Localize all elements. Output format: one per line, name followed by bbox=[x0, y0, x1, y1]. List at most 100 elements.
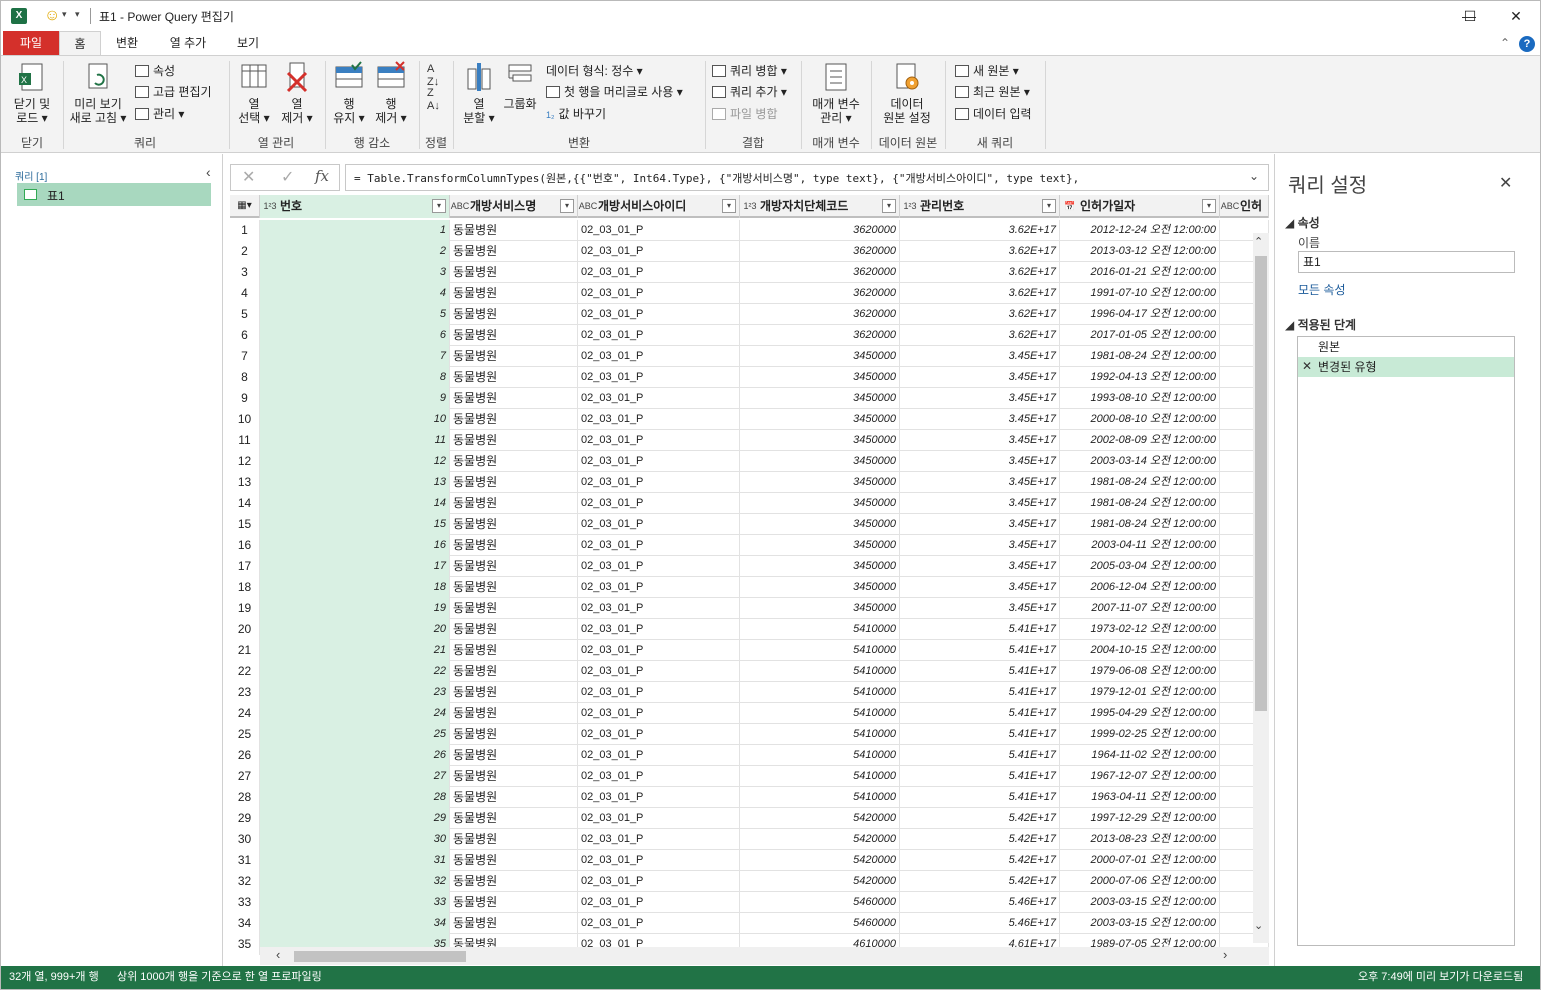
row-number[interactable]: 3 bbox=[230, 262, 260, 283]
row-number[interactable]: 26 bbox=[230, 745, 260, 766]
table-cell[interactable]: 3450000 bbox=[740, 514, 900, 535]
table-cell[interactable]: 02_03_01_P bbox=[578, 304, 740, 325]
remove-rows-button[interactable]: 행 제거 ▾ bbox=[371, 61, 411, 125]
enter-data-button[interactable]: 데이터 입력 bbox=[955, 105, 1032, 123]
table-row[interactable]: 32 32 동물병원 02_03_01_P 5420000 5.42E+17 2000-07… bbox=[230, 871, 1269, 892]
close-icon[interactable]: ✕ bbox=[1499, 173, 1512, 193]
column-header-license-partial[interactable]: ABC인허 bbox=[1220, 195, 1269, 218]
table-cell[interactable]: 15 bbox=[260, 514, 450, 535]
table-cell[interactable]: 3450000 bbox=[740, 388, 900, 409]
table-row[interactable]: 18 18 동물병원 02_03_01_P 3450000 3.45E+17 2006-12… bbox=[230, 577, 1269, 598]
data-source-settings-button[interactable]: 데이터 원본 설정 bbox=[875, 61, 939, 125]
row-number[interactable]: 10 bbox=[230, 409, 260, 430]
collapse-ribbon-icon[interactable]: ⌃ bbox=[1500, 36, 1510, 50]
table-cell[interactable]: 02_03_01_P bbox=[578, 262, 740, 283]
row-number[interactable]: 31 bbox=[230, 850, 260, 871]
table-cell[interactable]: 3.45E+17 bbox=[900, 577, 1060, 598]
recent-sources-button[interactable]: 최근 원본 ▾ bbox=[955, 83, 1030, 101]
table-cell[interactable]: 5410000 bbox=[740, 619, 900, 640]
table-row[interactable]: 6 6 동물병원 02_03_01_P 3620000 3.62E+17 2017-01-0… bbox=[230, 325, 1269, 346]
smiley-feedback-icon[interactable]: ☺ bbox=[44, 7, 60, 25]
table-cell[interactable]: 3620000 bbox=[740, 262, 900, 283]
row-number[interactable]: 34 bbox=[230, 913, 260, 934]
sort-ascending-button[interactable]: A Z↓ bbox=[427, 63, 439, 89]
table-cell[interactable]: 24 bbox=[260, 703, 450, 724]
table-cell[interactable]: 3450000 bbox=[740, 598, 900, 619]
filter-dropdown-icon[interactable]: ▾ bbox=[560, 199, 574, 213]
table-row[interactable]: 7 7 동물병원 02_03_01_P 3450000 3.45E+17 1981-08-2… bbox=[230, 346, 1269, 367]
table-cell[interactable]: 5.41E+17 bbox=[900, 703, 1060, 724]
table-cell[interactable]: 22 bbox=[260, 661, 450, 682]
table-cell[interactable]: 3450000 bbox=[740, 472, 900, 493]
datetime-type-icon[interactable]: 📅 bbox=[1060, 195, 1080, 217]
table-cell[interactable]: 02_03_01_P bbox=[578, 871, 740, 892]
table-cell[interactable]: 02_03_01_P bbox=[578, 325, 740, 346]
column-header-service-name[interactable]: ABC개방서비스명 ▾ bbox=[450, 195, 578, 218]
table-cell[interactable]: 3.45E+17 bbox=[900, 472, 1060, 493]
table-cell[interactable]: 1993-08-10 오전 12:00:00 bbox=[1060, 388, 1220, 409]
row-number[interactable]: 20 bbox=[230, 619, 260, 640]
table-cell[interactable]: 5460000 bbox=[740, 892, 900, 913]
table-row[interactable]: 20 20 동물병원 02_03_01_P 5410000 5.41E+17 1973-02… bbox=[230, 619, 1269, 640]
any-type-icon[interactable]: ABC bbox=[1220, 195, 1240, 217]
table-cell[interactable]: 5.46E+17 bbox=[900, 913, 1060, 934]
row-number[interactable]: 5 bbox=[230, 304, 260, 325]
table-row[interactable]: 24 24 동물병원 02_03_01_P 5410000 5.41E+17 1995-04… bbox=[230, 703, 1269, 724]
table-cell[interactable]: 2000-07-06 오전 12:00:00 bbox=[1060, 871, 1220, 892]
table-cell[interactable]: 2013-08-23 오전 12:00:00 bbox=[1060, 829, 1220, 850]
table-row[interactable]: 28 28 동물병원 02_03_01_P 5410000 5.41E+17 1963-04… bbox=[230, 787, 1269, 808]
table-cell[interactable]: 02_03_01_P bbox=[578, 745, 740, 766]
cancel-formula-icon[interactable]: ✕ bbox=[242, 167, 255, 187]
row-number[interactable]: 9 bbox=[230, 388, 260, 409]
table-cell[interactable]: 3.62E+17 bbox=[900, 262, 1060, 283]
table-cell[interactable]: 3450000 bbox=[740, 451, 900, 472]
row-number[interactable]: 15 bbox=[230, 514, 260, 535]
table-cell[interactable]: 1979-06-08 오전 12:00:00 bbox=[1060, 661, 1220, 682]
help-icon[interactable]: ? bbox=[1519, 36, 1535, 52]
table-row[interactable]: 4 4 동물병원 02_03_01_P 3620000 3.62E+17 1991-07-1… bbox=[230, 283, 1269, 304]
table-cell[interactable]: 1996-04-17 오전 12:00:00 bbox=[1060, 304, 1220, 325]
table-cell[interactable]: 02_03_01_P bbox=[578, 220, 740, 241]
table-cell[interactable]: 동물병원 bbox=[450, 808, 578, 829]
table-cell[interactable]: 3.62E+17 bbox=[900, 325, 1060, 346]
table-row[interactable]: 34 34 동물병원 02_03_01_P 5460000 5.46E+17 2003-03… bbox=[230, 913, 1269, 934]
table-cell[interactable]: 3620000 bbox=[740, 325, 900, 346]
column-header-number[interactable]: 1²3 번호 ▾ bbox=[260, 195, 450, 218]
table-cell[interactable]: 동물병원 bbox=[450, 766, 578, 787]
table-row[interactable]: 9 9 동물병원 02_03_01_P 3450000 3.45E+17 1993-08-1… bbox=[230, 388, 1269, 409]
row-number[interactable]: 35 bbox=[230, 934, 260, 955]
table-cell[interactable]: 3.45E+17 bbox=[900, 514, 1060, 535]
row-number[interactable]: 1 bbox=[230, 220, 260, 241]
table-cell[interactable]: 1991-07-10 오전 12:00:00 bbox=[1060, 283, 1220, 304]
table-cell[interactable]: 5.41E+17 bbox=[900, 787, 1060, 808]
table-row[interactable]: 25 25 동물병원 02_03_01_P 5410000 5.41E+17 1999-02… bbox=[230, 724, 1269, 745]
table-cell[interactable]: 10 bbox=[260, 409, 450, 430]
combine-files-button[interactable]: 파일 병합 bbox=[712, 105, 778, 123]
table-row[interactable]: 13 13 동물병원 02_03_01_P 3450000 3.45E+17 1981-08… bbox=[230, 472, 1269, 493]
table-cell[interactable]: 5420000 bbox=[740, 871, 900, 892]
table-row[interactable]: 15 15 동물병원 02_03_01_P 3450000 3.45E+17 1981-08… bbox=[230, 514, 1269, 535]
applied-steps-header[interactable]: ◢ 적용된 단계 bbox=[1285, 316, 1356, 333]
table-cell[interactable]: 2003-03-14 오전 12:00:00 bbox=[1060, 451, 1220, 472]
row-number[interactable]: 23 bbox=[230, 682, 260, 703]
table-cell[interactable]: 20 bbox=[260, 619, 450, 640]
table-cell[interactable]: 1981-08-24 오전 12:00:00 bbox=[1060, 346, 1220, 367]
table-cell[interactable]: 5410000 bbox=[740, 640, 900, 661]
step-source[interactable]: 원본 bbox=[1298, 337, 1514, 357]
table-cell[interactable]: 3.45E+17 bbox=[900, 598, 1060, 619]
table-cell[interactable]: 동물병원 bbox=[450, 640, 578, 661]
table-cell[interactable]: 5410000 bbox=[740, 787, 900, 808]
table-cell[interactable]: 2003-04-11 오전 12:00:00 bbox=[1060, 535, 1220, 556]
row-number[interactable]: 17 bbox=[230, 556, 260, 577]
table-cell[interactable]: 동물병원 bbox=[450, 535, 578, 556]
table-cell[interactable]: 3.62E+17 bbox=[900, 241, 1060, 262]
table-cell[interactable]: 동물병원 bbox=[450, 892, 578, 913]
scroll-right-icon[interactable]: › bbox=[1223, 947, 1227, 962]
select-all-table-icon[interactable]: ▦▾ bbox=[230, 195, 260, 218]
table-cell[interactable]: 동물병원 bbox=[450, 367, 578, 388]
table-cell[interactable]: 동물병원 bbox=[450, 871, 578, 892]
table-row[interactable]: 2 2 동물병원 02_03_01_P 3620000 3.62E+17 2013-03-1… bbox=[230, 241, 1269, 262]
row-number[interactable]: 33 bbox=[230, 892, 260, 913]
table-cell[interactable]: 3.45E+17 bbox=[900, 367, 1060, 388]
table-cell[interactable]: 12 bbox=[260, 451, 450, 472]
